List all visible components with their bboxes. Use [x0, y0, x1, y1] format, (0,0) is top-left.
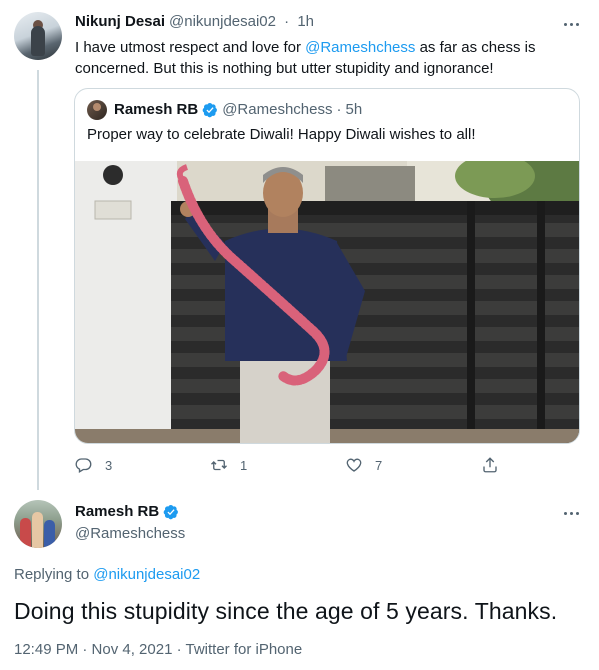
quoted-tweet-card[interactable]: Ramesh RB @Rameshchess · 5h Proper way t…: [74, 88, 580, 444]
main-tweet-author: Ramesh RB: [75, 503, 183, 520]
replying-to-link[interactable]: @nikunjdesai02: [93, 566, 200, 583]
reply-icon: [75, 458, 92, 473]
reply-button[interactable]: 3: [75, 456, 112, 474]
separator: ·: [336, 101, 342, 118]
main-tweet-text: Doing this stupidity since the age of 5 …: [14, 598, 558, 624]
retweet-count: 1: [240, 457, 248, 473]
avatar[interactable]: [14, 500, 62, 548]
more-icon[interactable]: [561, 506, 581, 520]
share-icon: [483, 457, 497, 473]
author-handle[interactable]: @nikunjdesai02: [169, 13, 276, 30]
author-handle: @Rameshchess: [222, 101, 333, 118]
author-name[interactable]: Ramesh RB: [75, 503, 159, 520]
verified-badge-icon: [163, 504, 179, 519]
reply-count: 3: [105, 457, 113, 473]
tweet-timestamp[interactable]: 12:49 PM · Nov 4, 2021 · Twitter for iPh…: [14, 641, 302, 658]
thread-connector-line: [37, 70, 39, 490]
quoted-tweet-text: Proper way to celebrate Diwali! Happy Di…: [87, 126, 476, 143]
tweet-text: I have utmost respect and love for @Rame…: [75, 39, 536, 77]
like-button[interactable]: 7: [345, 456, 382, 474]
tweet-photo[interactable]: [75, 161, 579, 443]
mention-link[interactable]: @Rameshchess: [305, 39, 415, 56]
time-ago[interactable]: 1h: [297, 13, 314, 30]
avatar[interactable]: [14, 12, 62, 60]
retweet-button[interactable]: 1: [210, 456, 247, 474]
time-ago: 5h: [345, 101, 363, 118]
retweet-icon: [211, 459, 227, 471]
share-button[interactable]: [481, 456, 499, 474]
verified-badge-icon: [202, 102, 218, 117]
avatar[interactable]: [87, 100, 107, 120]
like-icon: [346, 458, 362, 472]
separator: ·: [284, 13, 290, 30]
author-name[interactable]: Nikunj Desai: [75, 13, 165, 30]
author-handle[interactable]: @Rameshchess: [75, 525, 185, 542]
like-count: 7: [375, 457, 383, 473]
photo-content: [75, 161, 579, 443]
tweet-action-bar: 3 1 7: [75, 456, 505, 478]
author-name: Ramesh RB: [114, 101, 199, 118]
tweet-header: Nikunj Desai @nikunjdesai02 · 1h: [75, 13, 314, 30]
more-icon[interactable]: [561, 17, 581, 31]
replying-to: Replying to @nikunjdesai02: [14, 566, 201, 583]
quoted-tweet-header: Ramesh RB @Rameshchess · 5h: [114, 101, 362, 118]
